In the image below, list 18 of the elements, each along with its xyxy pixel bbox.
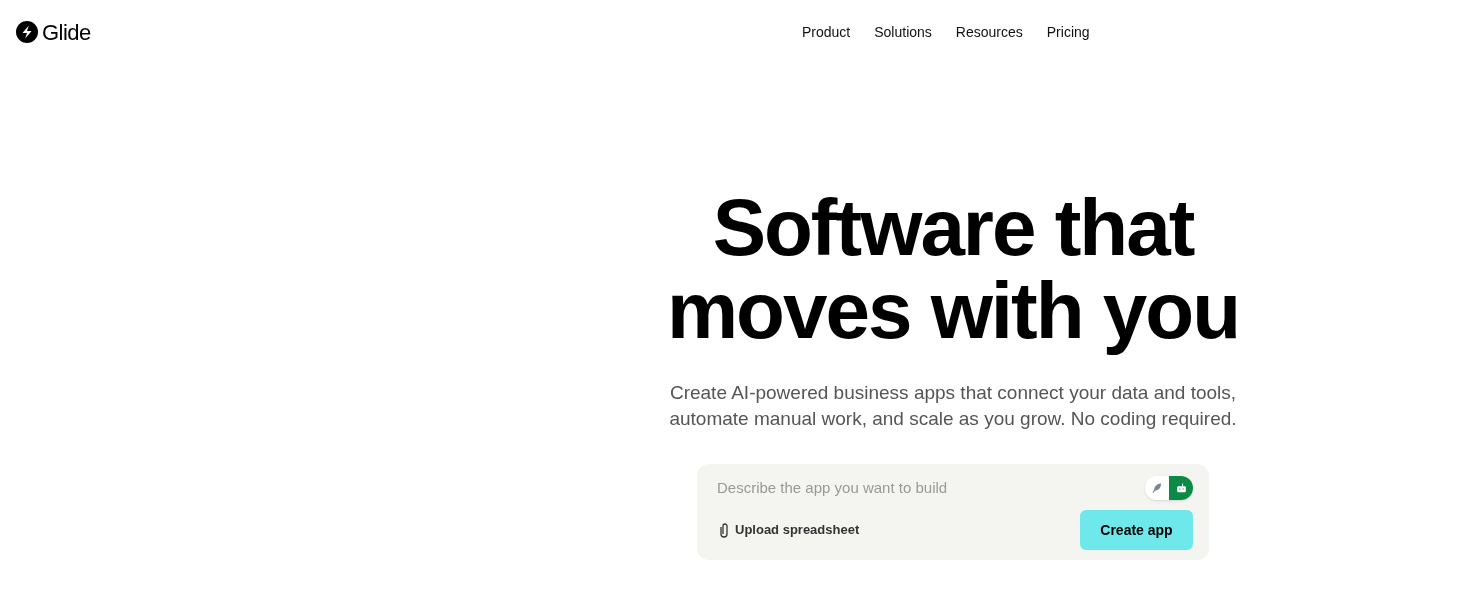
upload-button[interactable]: Upload spreadsheet [713,520,864,540]
logo-text[interactable]: Glide [42,15,91,49]
nav-link[interactable]: Pricing [1046,21,1090,43]
logo-icon [16,21,38,43]
robot-icon [1174,481,1188,495]
hero-subtitle: automate manual work, and scale as you grow. No coding required. [669,407,1237,431]
hero-title: Software that [712,186,1194,269]
mode-option[interactable] [1145,476,1169,500]
feather-icon [1151,482,1163,494]
hero-subtitle: Create AI-powered business apps that connect your data and tools, [669,381,1237,405]
nav-link[interactable]: Resources [955,21,1023,43]
paperclip-icon [717,522,731,538]
prompt-field[interactable]: Describe the app you want to build [713,476,1145,500]
nav-link[interactable]: Solutions [874,21,932,43]
create-app-button[interactable]: Create app [1080,510,1193,550]
nav-link[interactable]: Product [802,21,851,43]
mode-toggle[interactable] [1145,476,1193,500]
mode-option[interactable] [1169,476,1193,500]
